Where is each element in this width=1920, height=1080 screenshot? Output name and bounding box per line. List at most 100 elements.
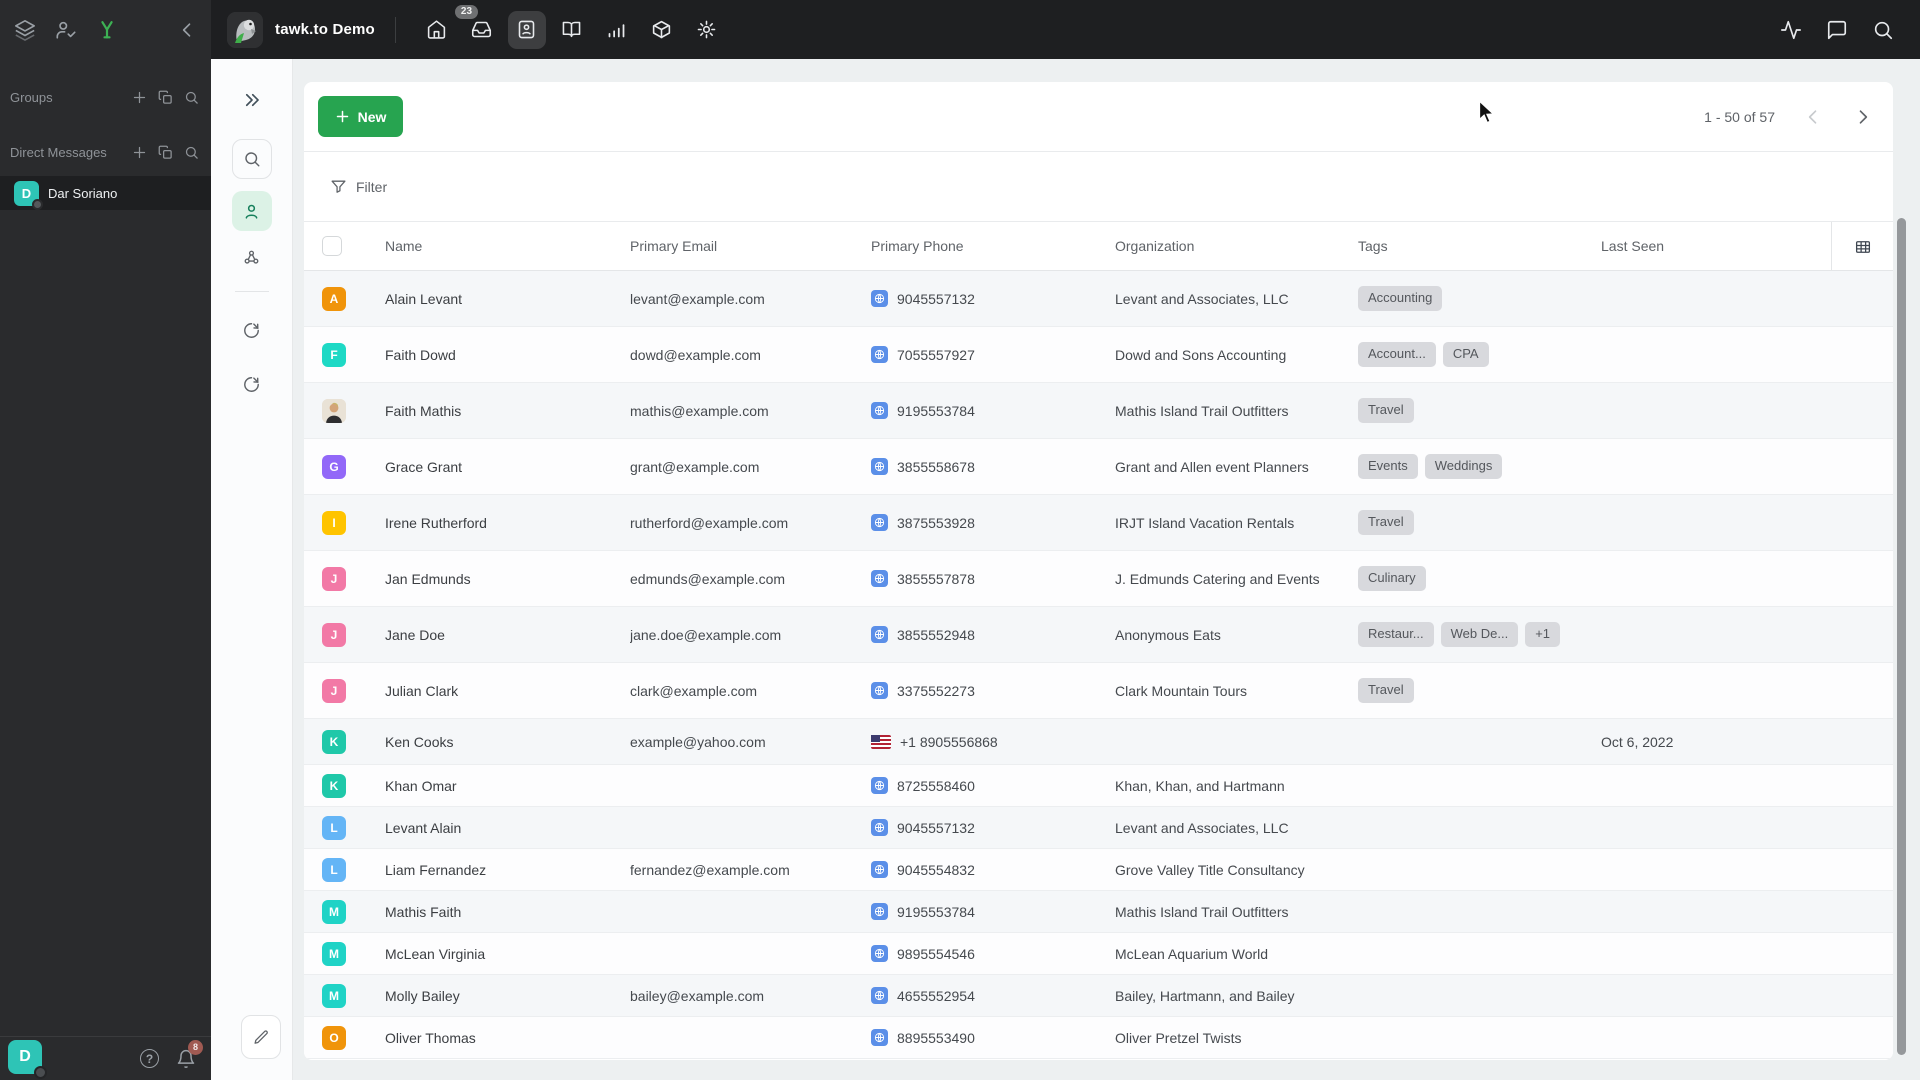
search-groups-icon[interactable]	[184, 90, 199, 105]
contact-phone: 9045554832	[897, 861, 975, 878]
tag-pill[interactable]: Culinary	[1358, 566, 1426, 591]
tag-pill[interactable]: Accounting	[1358, 286, 1443, 311]
vertical-scrollbar[interactable]	[1897, 218, 1906, 1055]
rail-organizations-icon[interactable]	[232, 237, 272, 277]
table-row[interactable]: M Molly Bailey bailey@example.com 465555295…	[304, 975, 1893, 1017]
inbox-badge: 23	[454, 4, 479, 19]
contact-email: example@yahoo.com	[630, 733, 766, 750]
phone-flag-icon	[871, 1029, 888, 1046]
tag-pill[interactable]: Events	[1358, 454, 1418, 479]
rail-report-icon-2[interactable]	[232, 364, 272, 404]
tag-pill[interactable]: +1	[1525, 622, 1561, 647]
search-dm-icon[interactable]	[184, 145, 199, 160]
next-page-button[interactable]	[1851, 105, 1875, 129]
table-row[interactable]: A Alain Levant levant@example.com 904555713…	[304, 271, 1893, 327]
copy-icon[interactable]	[158, 90, 173, 105]
chat-icon[interactable]	[1826, 19, 1848, 41]
column-header-tags[interactable]: Tags	[1358, 238, 1601, 254]
new-button-label: New	[357, 108, 387, 125]
layers-icon[interactable]	[14, 19, 36, 41]
column-header-primary-phone[interactable]: Primary Phone	[871, 238, 1115, 254]
table-row[interactable]: F Faith Dowd dowd@example.com 7055557927 Dow…	[304, 327, 1893, 383]
tag-pill[interactable]: Travel	[1358, 678, 1414, 703]
contact-name: Julian Clark	[385, 682, 459, 699]
expand-rail-icon[interactable]	[243, 91, 261, 109]
activity-icon[interactable]	[1780, 19, 1802, 41]
rail-report-icon-1[interactable]	[232, 310, 272, 350]
table-row[interactable]: M Mathis Faith 9195553784 Mathis Island Tra…	[304, 891, 1893, 933]
phone-flag-icon	[871, 402, 888, 419]
contacts-icon[interactable]	[507, 10, 546, 49]
apps-icon[interactable]	[643, 11, 681, 49]
user-avatar[interactable]: D	[8, 1039, 47, 1079]
table-row[interactable]: K Ken Cooks example@yahoo.com +1 8905556868…	[304, 719, 1893, 765]
contact-organization: Bailey, Hartmann, and Bailey	[1115, 987, 1295, 1004]
select-all-checkbox[interactable]	[322, 236, 342, 256]
reports-icon[interactable]	[598, 11, 636, 49]
rail-contacts-icon[interactable]	[231, 191, 272, 231]
column-settings-cell	[1831, 222, 1893, 271]
tag-pill[interactable]: Travel	[1358, 510, 1414, 535]
dm-avatar: D	[14, 180, 43, 210]
workspace-brand[interactable]: tawk.to Demo	[227, 11, 375, 48]
filter-bar[interactable]: Filter	[304, 152, 1893, 222]
column-header-name[interactable]: Name	[385, 238, 630, 254]
contact-phone: 3875553928	[897, 514, 975, 531]
sidebar-footer: D ? 8	[0, 1036, 211, 1080]
table-row[interactable]: K Khan Omar 8725558460 Khan, Khan, and Hart…	[304, 765, 1893, 807]
direct-messages-label: Direct Messages	[10, 144, 107, 160]
help-icon[interactable]: ?	[140, 1049, 159, 1068]
tag-pill[interactable]: Account...	[1358, 342, 1436, 367]
table-row[interactable]: J Jan Edmunds edmunds@example.com 385555787…	[304, 551, 1893, 607]
new-contact-button[interactable]: New	[318, 96, 403, 137]
inbox-icon[interactable]: 23	[454, 4, 501, 49]
tag-pill[interactable]: Travel	[1358, 398, 1414, 423]
rail-search-icon[interactable]	[231, 139, 272, 179]
phone-flag-icon	[871, 458, 888, 475]
table-row[interactable]: G Grace Grant grant@example.com 3855558678 G…	[304, 439, 1893, 495]
workspace-avatar	[227, 11, 263, 48]
tag-pill[interactable]: Weddings	[1424, 454, 1503, 479]
table-row[interactable]: L Levant Alain 9045557132 Levant and Associ…	[304, 807, 1893, 849]
tag-pill[interactable]: Web De...	[1440, 622, 1519, 647]
contact-organization: McLean Aquarium World	[1115, 945, 1269, 962]
table-row[interactable]: J Jane Doe jane.doe@example.com 3855552948 A…	[304, 607, 1893, 663]
table-row[interactable]: Faith Mathis mathis@example.com 9195553784…	[304, 383, 1893, 439]
dm-item-dar-soriano[interactable]: D Dar Soriano	[0, 176, 211, 210]
column-header-primary-email[interactable]: Primary Email	[630, 238, 871, 254]
compose-pencil-icon[interactable]	[241, 1015, 281, 1059]
row-avatar-cell: J	[304, 678, 385, 703]
contact-organization: Khan, Khan, and Hartmann	[1115, 777, 1285, 794]
notifications-bell-icon[interactable]: 8	[176, 1039, 203, 1069]
home-icon[interactable]	[418, 11, 456, 49]
contact-email: mathis@example.com	[630, 402, 769, 419]
phone-flag-icon	[871, 987, 888, 1004]
collapse-sidebar-icon[interactable]	[177, 20, 197, 40]
settings-icon[interactable]	[688, 11, 726, 49]
direct-messages-section-header: Direct Messages	[0, 142, 211, 162]
tag-pill[interactable]: CPA	[1442, 342, 1489, 367]
row-avatar-cell	[304, 398, 385, 423]
contact-organization: Levant and Associates, LLC	[1115, 290, 1289, 307]
contact-name: Jane Doe	[385, 626, 445, 643]
grid-columns-icon[interactable]	[1854, 238, 1872, 256]
tawk-logo-icon[interactable]	[96, 19, 118, 41]
column-header-organization[interactable]: Organization	[1115, 238, 1358, 254]
copy-icon[interactable]	[158, 145, 173, 160]
table-row[interactable]: L Liam Fernandez fernandez@example.com 9045…	[304, 849, 1893, 891]
tag-pill[interactable]: Restaur...	[1358, 622, 1434, 647]
contact-photo-avatar	[322, 398, 346, 423]
previous-page-button[interactable]	[1801, 105, 1825, 129]
table-row[interactable]: O Oliver Thomas 8895553490 Oliver Pretzel T…	[304, 1017, 1893, 1059]
search-icon[interactable]	[1872, 19, 1894, 41]
table-row[interactable]: I Irene Rutherford rutherford@example.com 3…	[304, 495, 1893, 551]
add-group-icon[interactable]	[132, 90, 147, 105]
table-row[interactable]: M McLean Virginia 9895554546 McLean Aquariu…	[304, 933, 1893, 975]
table-row[interactable]: J Julian Clark clark@example.com 3375552273…	[304, 663, 1893, 719]
contact-phone-cell: 9195553784	[871, 903, 1115, 920]
contact-phone-cell: 7055557927	[871, 346, 1115, 363]
person-check-icon[interactable]	[55, 19, 77, 41]
column-header-last-seen[interactable]: Last Seen	[1601, 238, 1844, 254]
add-dm-icon[interactable]	[132, 145, 147, 160]
knowledge-base-icon[interactable]	[553, 11, 591, 49]
